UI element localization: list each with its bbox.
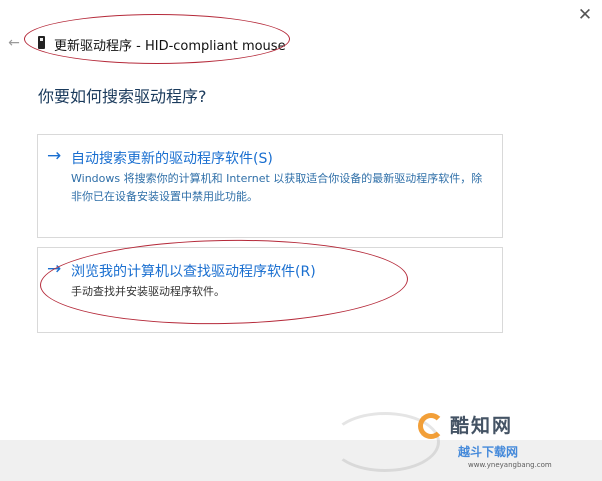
- right-arrow-icon: →: [47, 259, 62, 279]
- auto-search-description: Windows 将搜索你的计算机和 Internet 以获取适合你设备的最新驱动…: [71, 172, 483, 203]
- browse-computer-description: 手动查找并安装驱动程序软件。: [71, 285, 225, 298]
- close-icon: ✕: [577, 5, 593, 25]
- back-button[interactable]: ←: [5, 34, 23, 52]
- window-title: 更新驱动程序 - HID-compliant mouse: [54, 39, 286, 54]
- back-arrow-icon: ←: [8, 35, 20, 51]
- usb-device-icon: [38, 36, 45, 49]
- auto-search-title: 自动搜索更新的驱动程序软件(S): [71, 151, 273, 167]
- watermark-url-text: www.yneyangbang.com: [468, 461, 552, 469]
- auto-search-option[interactable]: → 自动搜索更新的驱动程序软件(S) Windows 将搜索你的计算机和 Int…: [37, 134, 503, 238]
- watermark-main-text: 酷知网: [450, 415, 514, 437]
- update-driver-window: ✕ ← 更新驱动程序 - HID-compliant mouse 你要如何搜索驱…: [0, 0, 602, 481]
- browse-computer-option[interactable]: → 浏览我的计算机以查找驱动程序软件(R) 手动查找并安装驱动程序软件。: [37, 247, 503, 333]
- close-button[interactable]: ✕: [568, 0, 602, 30]
- browse-computer-title: 浏览我的计算机以查找驱动程序软件(R): [71, 264, 316, 280]
- page-heading: 你要如何搜索驱动程序?: [38, 87, 207, 106]
- watermark-logo: 酷知网 越斗下载网 www.yneyangbang.com: [418, 405, 590, 477]
- right-arrow-icon: →: [47, 146, 62, 166]
- watermark-circle-icon: [418, 413, 444, 439]
- watermark-sub-text: 越斗下载网: [458, 445, 519, 459]
